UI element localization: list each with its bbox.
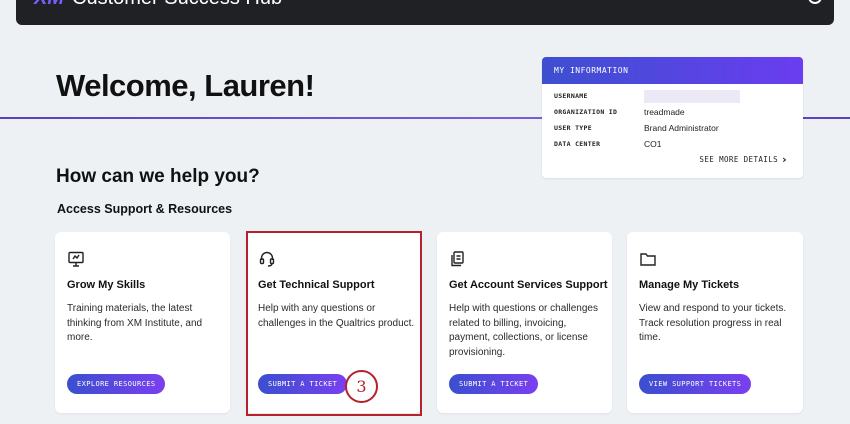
folder-icon <box>639 250 657 268</box>
card-title: Grow My Skills <box>67 279 146 291</box>
info-value: Brand Administrator <box>644 123 719 133</box>
card-description: View and respond to your tickets. Track … <box>639 303 787 343</box>
card-description: Help with any questions or challenges in… <box>258 303 415 329</box>
card-title: Get Technical Support <box>258 279 375 291</box>
card-title: Get Account Services Support <box>449 279 608 291</box>
user-account-icon[interactable] <box>808 0 822 4</box>
my-information-card: MY INFORMATION USERNAME ORGANIZATION ID … <box>542 57 803 178</box>
info-row-user-type: USER TYPE Brand Administrator <box>542 120 803 136</box>
app-logo[interactable]: XM Customer Success Hub <box>34 0 282 10</box>
card-description: Help with questions or challenges relate… <box>449 303 598 358</box>
card-get-account-services-support: Get Account Services Support Help with q… <box>437 232 612 413</box>
card-description: Training materials, the latest thinking … <box>67 303 203 343</box>
monitor-icon <box>67 250 85 268</box>
documents-icon <box>449 250 467 268</box>
card-manage-my-tickets: Manage My Tickets View and respond to yo… <box>627 232 803 413</box>
submit-ticket-account-button[interactable]: SUBMIT A TICKET <box>449 374 539 394</box>
chevron-right-icon: › <box>782 153 787 166</box>
help-heading: How can we help you? <box>56 166 260 187</box>
card-title: Manage My Tickets <box>639 279 740 291</box>
info-row-username: USERNAME <box>542 88 803 104</box>
xm-logo-icon: XM <box>34 0 64 9</box>
info-label: ORGANIZATION ID <box>554 108 618 116</box>
headset-icon <box>258 250 276 268</box>
submit-ticket-technical-button[interactable]: SUBMIT A TICKET <box>258 374 348 394</box>
annotation-step-badge: 3 <box>345 370 378 403</box>
top-navigation-bar: XM Customer Success Hub <box>16 0 834 25</box>
see-more-details-link[interactable]: SEE MORE DETAILS › <box>699 153 787 166</box>
card-get-technical-support: Get Technical Support Help with any ques… <box>246 232 421 413</box>
card-grow-my-skills: Grow My Skills Training materials, the l… <box>55 232 230 413</box>
info-label: USER TYPE <box>554 124 592 132</box>
info-value: CO1 <box>644 139 662 149</box>
info-row-organization-id: ORGANIZATION ID treadmade <box>542 104 803 120</box>
username-value-redacted <box>644 89 740 103</box>
app-title: Customer Success Hub <box>72 0 282 9</box>
info-label: USERNAME <box>554 92 588 100</box>
page-title: Welcome, Lauren! <box>56 68 315 103</box>
explore-resources-button[interactable]: EXPLORE RESOURCES <box>67 374 166 394</box>
see-more-label: SEE MORE DETAILS <box>699 155 779 164</box>
my-information-header: MY INFORMATION <box>542 57 803 84</box>
section-heading: Access Support & Resources <box>57 202 233 216</box>
info-label: DATA CENTER <box>554 140 601 148</box>
info-value: treadmade <box>644 107 685 117</box>
info-row-data-center: DATA CENTER CO1 <box>542 136 803 152</box>
view-support-tickets-button[interactable]: VIEW SUPPORT TICKETS <box>639 374 752 394</box>
